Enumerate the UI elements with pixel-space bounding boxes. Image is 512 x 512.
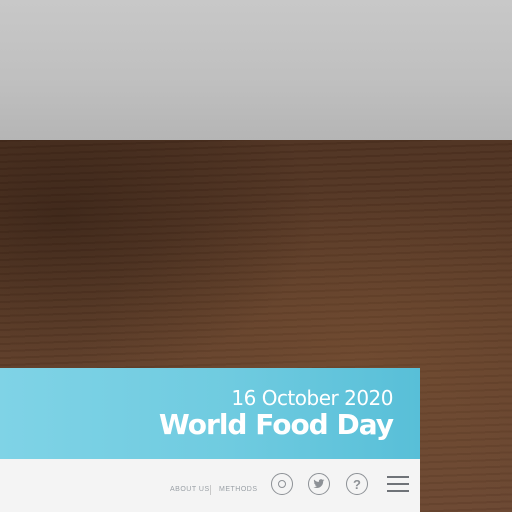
nav-link-methods[interactable]: METHODS [219, 486, 258, 493]
nav-divider [210, 485, 211, 495]
target-icon-center [278, 480, 286, 488]
page-title: World Food Day [158, 408, 394, 441]
twitter-icon[interactable] [308, 473, 330, 495]
monitor-screen: 16 October 2020 World Food Day ABOUT US … [0, 368, 420, 512]
help-glyph: ? [353, 476, 361, 492]
event-date: 16 October 2020 [231, 386, 393, 410]
target-icon[interactable] [271, 473, 293, 495]
twitter-bird-glyph [313, 479, 325, 489]
help-icon[interactable]: ? [346, 473, 368, 495]
menu-line [387, 490, 409, 492]
header-banner: 16 October 2020 World Food Day [0, 368, 420, 459]
background-wall [0, 0, 512, 140]
menu-line [387, 483, 409, 485]
menu-line [387, 476, 409, 478]
hamburger-menu-icon[interactable] [387, 476, 409, 492]
nav-link-about[interactable]: ABOUT US [170, 486, 210, 493]
